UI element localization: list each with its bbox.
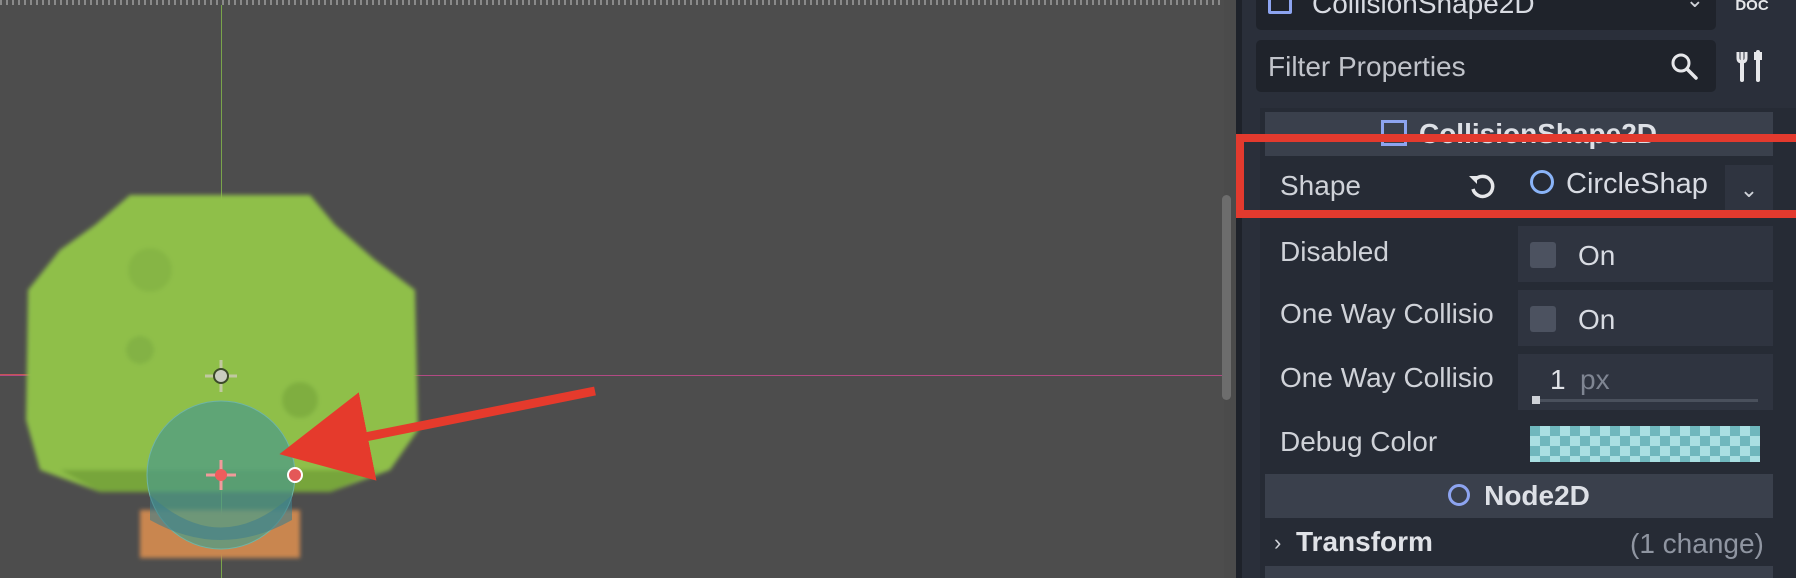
one-way-margin-value: 1 <box>1550 364 1566 395</box>
disabled-checkbox-field[interactable]: On <box>1518 226 1773 282</box>
one-way-collision-label: One Way Collisio <box>1280 298 1494 329</box>
disabled-toggle-label: On <box>1578 240 1616 271</box>
doc-button[interactable]: DOC <box>1726 0 1778 26</box>
disabled-checkbox[interactable] <box>1530 242 1556 268</box>
scene-drawing <box>26 195 596 558</box>
node-selector-dropdown[interactable]: CollisionShape2D ⌄ <box>1256 0 1716 30</box>
doc-button-label: DOC <box>1735 0 1769 14</box>
node-selector-label: CollisionShape2D <box>1312 0 1535 19</box>
chevron-right-icon[interactable]: › <box>1274 530 1281 556</box>
slider-track[interactable] <box>1532 399 1758 402</box>
one-way-collision-checkbox-field[interactable]: On <box>1518 290 1773 346</box>
chevron-down-icon: ⌄ <box>1686 0 1704 11</box>
one-way-collision-checkbox[interactable] <box>1530 306 1556 332</box>
section-node2d-label: Node2D <box>1484 480 1590 511</box>
one-way-margin-unit: px <box>1580 364 1610 395</box>
search-icon[interactable] <box>1670 52 1698 80</box>
transform-group-label[interactable]: Transform <box>1296 526 1433 558</box>
disabled-label: Disabled <box>1280 236 1389 267</box>
radius-handle <box>287 467 303 483</box>
one-way-collision-toggle-label: On <box>1578 304 1616 335</box>
one-way-margin-spinslider[interactable]: 1 px <box>1518 354 1773 410</box>
debug-color-label: Debug Color <box>1280 426 1438 457</box>
section-node2d[interactable]: Node2D <box>1265 474 1773 518</box>
circle-node-icon <box>1448 483 1471 506</box>
dock-splitter[interactable] <box>1236 0 1242 578</box>
next-section-header[interactable] <box>1265 566 1773 578</box>
node-square-icon <box>1268 0 1292 14</box>
transform-change-note: (1 change) <box>1630 528 1764 559</box>
debug-color-swatch[interactable] <box>1530 426 1760 462</box>
canvas-viewport[interactable] <box>0 0 1224 578</box>
filter-properties-input[interactable] <box>1266 48 1650 86</box>
one-way-margin-label: One Way Collisio <box>1280 362 1494 393</box>
tools-icon[interactable] <box>1734 48 1768 84</box>
annotation-highlight-box <box>1236 134 1796 218</box>
slider-thumb[interactable] <box>1532 396 1540 404</box>
viewport-scrollbar[interactable] <box>1222 195 1231 400</box>
filter-properties-field <box>1256 40 1716 92</box>
